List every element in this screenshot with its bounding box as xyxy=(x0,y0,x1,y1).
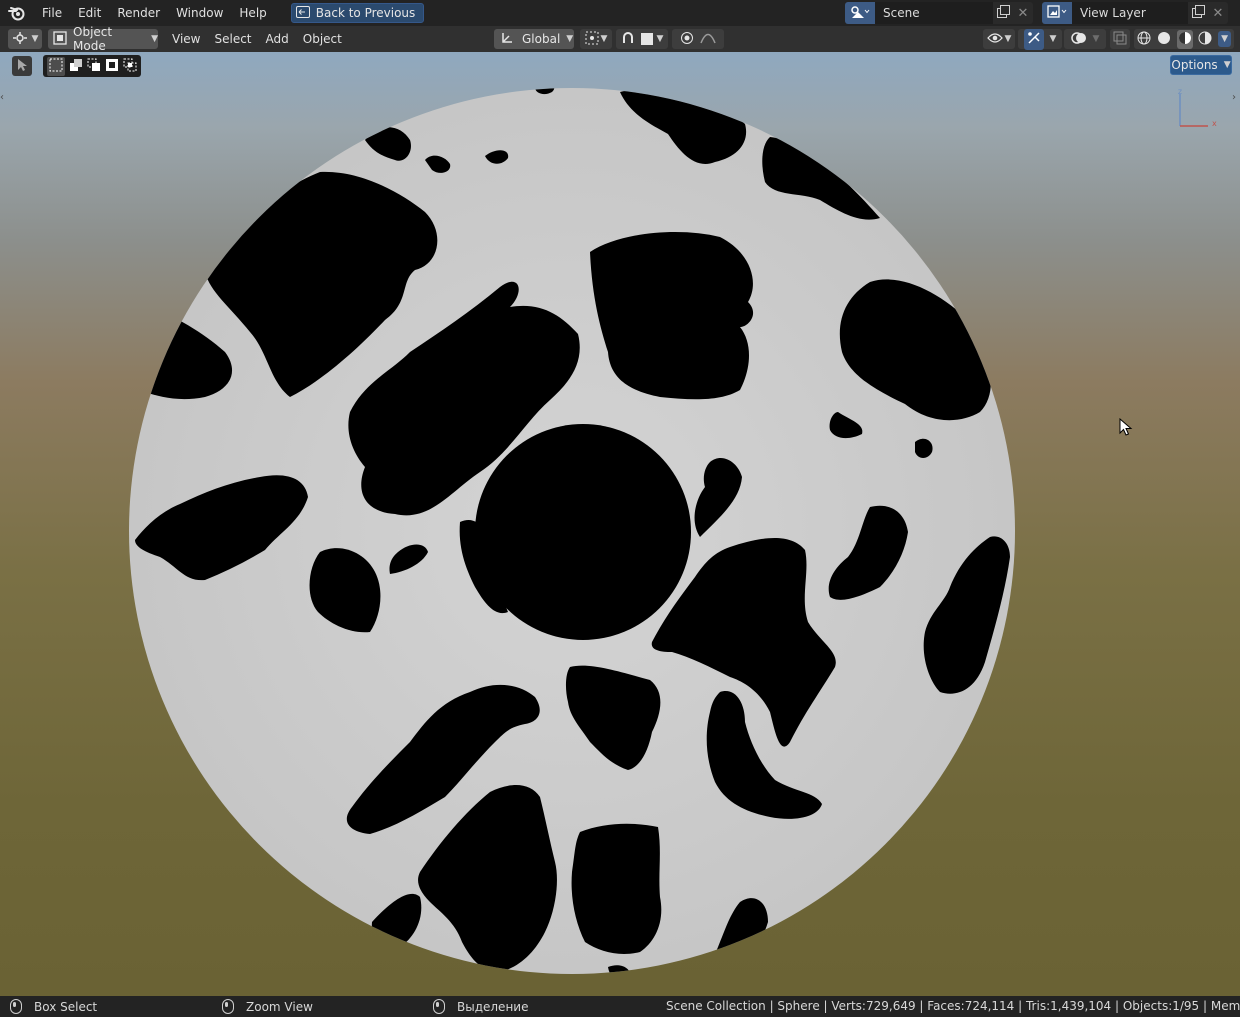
material-preview-icon[interactable] xyxy=(1176,29,1193,49)
chevron-down-icon[interactable]: ▼ xyxy=(1218,31,1232,47)
chevron-down-icon[interactable]: ▼ xyxy=(657,34,664,44)
scene-browse-button[interactable] xyxy=(845,2,875,24)
blender-logo-icon[interactable] xyxy=(0,0,34,26)
mouse-left-button-icon xyxy=(10,999,22,1014)
view-layer-browse-button[interactable] xyxy=(1042,2,1072,24)
falloff-icon[interactable] xyxy=(700,32,716,47)
scene-statistics: Scene Collection | Sphere | Verts:729,64… xyxy=(666,999,1240,1013)
gizmo-icon[interactable] xyxy=(1023,28,1044,50)
new-scene-button[interactable] xyxy=(993,2,1013,24)
duplicate-icon xyxy=(996,5,1010,21)
overlays-group: ▼ xyxy=(1064,29,1106,49)
shading-mode-group: ▼ xyxy=(1134,29,1234,49)
menu-edit[interactable]: Edit xyxy=(70,0,109,26)
chevron-down-icon: ▼ xyxy=(566,34,574,44)
sphere-object[interactable] xyxy=(0,52,1240,996)
scene-selector: Scene ✕ xyxy=(845,2,1033,24)
duplicate-icon xyxy=(1191,5,1205,21)
mouse-middle-button-icon xyxy=(222,999,234,1014)
visibility-dropdown[interactable]: ▼ xyxy=(983,29,1015,49)
menu-add[interactable]: Add xyxy=(259,26,296,52)
editor-type-button[interactable]: ▼ xyxy=(8,29,42,49)
chevron-down-icon: ▼ xyxy=(151,34,158,44)
snapping-group: ▼ xyxy=(616,29,668,49)
status-hint-left: Box Select xyxy=(10,996,97,1017)
overlays-icon[interactable] xyxy=(1070,30,1087,48)
orientation-icon xyxy=(500,31,514,48)
delete-view-layer-button[interactable]: ✕ xyxy=(1208,2,1228,24)
back-to-previous-label: Back to Previous xyxy=(315,6,416,20)
view-layer-selector: View Layer ✕ xyxy=(1042,2,1228,24)
scene-icon xyxy=(850,5,870,22)
status-hint-middle-label: Zoom View xyxy=(246,999,313,1014)
status-hint-left-label: Box Select xyxy=(34,999,98,1014)
snap-magnet-icon[interactable] xyxy=(621,31,635,48)
status-hint-right-label: Выделение xyxy=(457,999,529,1014)
eye-icon xyxy=(986,32,1003,47)
delete-scene-button[interactable]: ✕ xyxy=(1013,2,1033,24)
object-mode-dropdown[interactable]: Object Mode ▼ xyxy=(48,25,158,53)
snap-increment-icon[interactable] xyxy=(640,33,653,45)
top-menu-bar: File Edit Render Window Help Back to Pre… xyxy=(0,0,1240,26)
menu-select[interactable]: Select xyxy=(207,26,258,52)
mouse-right-button-icon xyxy=(433,999,445,1014)
xray-toggle[interactable] xyxy=(1110,29,1130,49)
chevron-down-icon[interactable]: ▼ xyxy=(1050,34,1057,44)
view-layer-name-field[interactable]: View Layer xyxy=(1072,2,1188,24)
menu-window[interactable]: Window xyxy=(168,0,231,26)
proportional-edit-group xyxy=(672,29,724,49)
object-mode-icon xyxy=(53,30,67,48)
orientation-label: Global xyxy=(522,32,561,46)
rendered-shading-icon[interactable] xyxy=(1198,31,1212,48)
close-icon: ✕ xyxy=(1212,5,1224,21)
wireframe-shading-icon[interactable] xyxy=(1137,31,1151,48)
close-icon: ✕ xyxy=(1017,5,1029,21)
screen-back-icon xyxy=(295,5,310,21)
status-hint-middle: Zoom View xyxy=(222,996,313,1017)
chevron-down-icon: ▼ xyxy=(31,34,39,44)
pivot-icon xyxy=(585,31,599,48)
menu-render[interactable]: Render xyxy=(109,0,168,26)
menu-view[interactable]: View xyxy=(165,26,207,52)
menu-object[interactable]: Object xyxy=(296,26,349,52)
new-view-layer-button[interactable] xyxy=(1188,2,1208,24)
menu-help[interactable]: Help xyxy=(231,0,274,26)
pivot-point-dropdown[interactable]: ▼ xyxy=(580,29,612,49)
viewport-header: ▼ Object Mode ▼ View Select Add Object G… xyxy=(0,25,1240,53)
transform-orientation-dropdown[interactable]: Global ▼ xyxy=(494,29,574,49)
3d-viewport[interactable]: Options ▼ ‹ › z x xyxy=(0,52,1240,996)
status-hint-right: Выделение xyxy=(433,996,528,1017)
view-layer-icon xyxy=(1047,4,1067,22)
scene-name-field[interactable]: Scene xyxy=(875,2,993,24)
solid-shading-icon[interactable] xyxy=(1157,31,1171,48)
back-to-previous-button[interactable]: Back to Previous xyxy=(290,3,425,23)
chevron-down-icon: ▼ xyxy=(600,34,608,44)
mouse-cursor-icon xyxy=(1119,417,1133,441)
menu-file[interactable]: File xyxy=(34,0,70,26)
object-mode-label: Object Mode xyxy=(73,25,113,53)
proportional-edit-icon[interactable] xyxy=(680,31,694,48)
xray-icon xyxy=(1113,31,1127,48)
status-bar: Box Select Zoom View Выделение Scene Col… xyxy=(0,996,1240,1017)
chevron-down-icon: ▼ xyxy=(1004,34,1012,44)
chevron-down-icon[interactable]: ▼ xyxy=(1093,34,1100,44)
gizmo-group: ▼ xyxy=(1018,28,1062,50)
viewport-3d-icon xyxy=(12,31,28,48)
